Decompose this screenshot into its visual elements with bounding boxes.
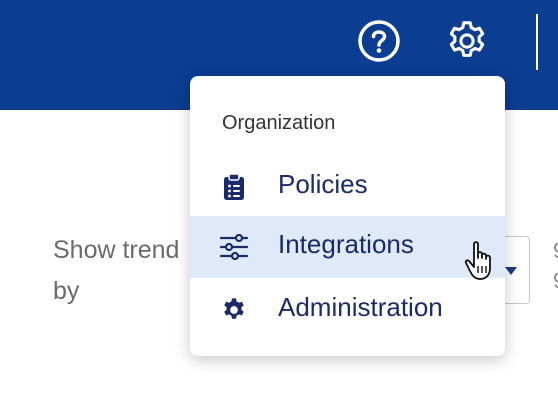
menu-item-label: Administration	[278, 292, 443, 322]
help-circle-icon	[358, 20, 400, 62]
header-divider	[536, 14, 538, 70]
menu-heading: Organization	[222, 112, 336, 134]
show-trend-label: Show trend by	[53, 236, 180, 305]
right-edge-text: 9 9	[553, 236, 558, 296]
chevron-down-icon	[505, 267, 517, 275]
menu-item-label: Integrations	[278, 229, 414, 259]
gear-icon	[220, 296, 248, 324]
menu-item-label: Policies	[278, 169, 368, 199]
clipboard-list-icon	[220, 173, 248, 201]
help-button[interactable]	[356, 18, 402, 64]
gear-icon	[449, 21, 485, 57]
settings-button[interactable]	[444, 18, 490, 64]
settings-menu: Organization Policies Integrations Admin…	[190, 76, 505, 356]
sliders-icon	[220, 233, 248, 261]
menu-item-policies[interactable]: Policies	[190, 156, 505, 218]
menu-item-administration[interactable]: Administration	[190, 279, 505, 341]
menu-item-integrations[interactable]: Integrations	[190, 216, 505, 278]
